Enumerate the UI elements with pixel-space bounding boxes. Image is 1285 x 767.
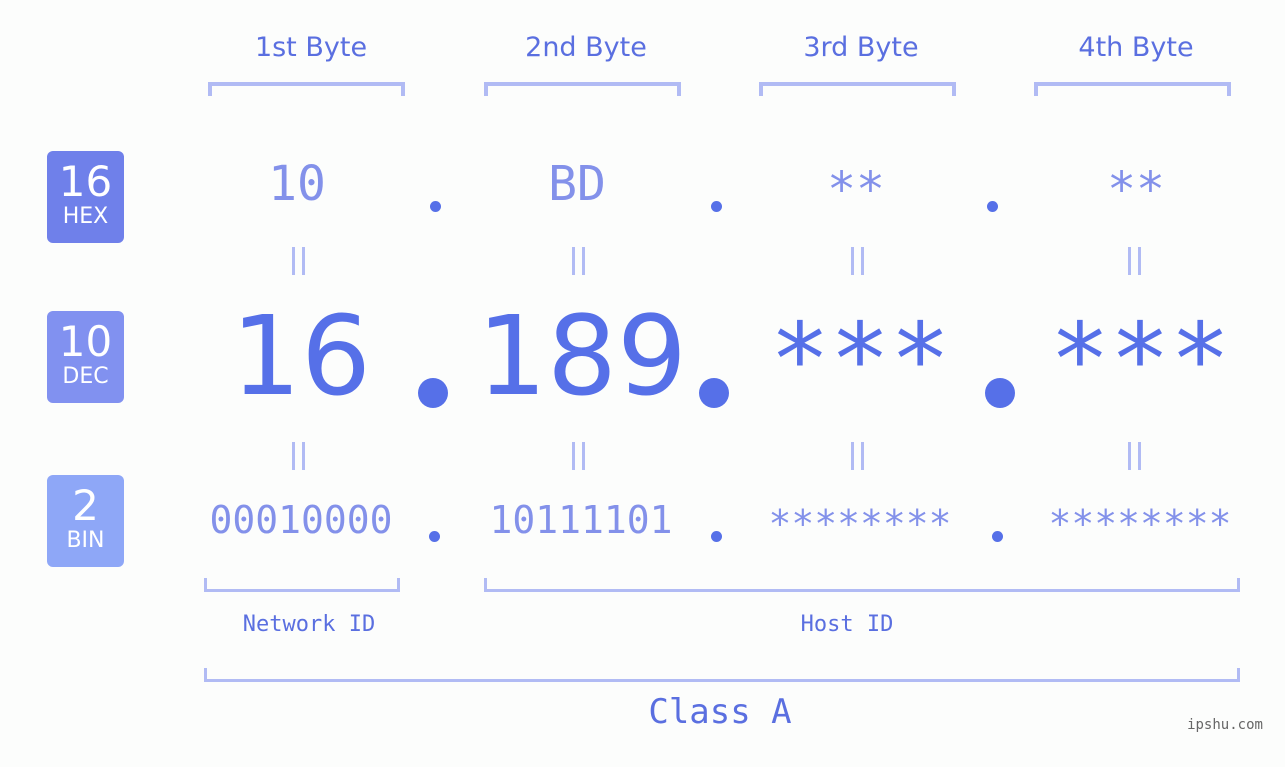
byte-header-3: 3rd Byte [803,32,919,63]
hex-dot-separator [430,201,441,212]
bin-base-number: 2 [72,481,99,530]
byte-header-1: 1st Byte [254,32,368,63]
bin-base-badge: 2 BIN [47,475,124,567]
byte-header-4: 4th Byte [1078,32,1194,63]
hex-base-number: 16 [58,157,113,206]
equals-icon [1125,442,1145,470]
hex-base-label: HEX [62,204,109,229]
hex-byte-2: BD [548,156,606,212]
byte-header-2: 2nd Byte [525,32,647,63]
bin-dot-separator [429,531,440,542]
byte-bracket-2 [484,82,681,96]
byte-bracket-4 [1034,82,1231,96]
bin-byte-3: ******** [768,502,952,546]
network-id-label: Network ID [242,612,376,637]
watermark: ipshu.com [1187,717,1263,733]
hex-dot-separator [711,201,722,212]
dec-byte-4: *** [1049,301,1231,418]
equals-icon [569,247,589,275]
dec-byte-2: 189 [477,292,687,420]
hex-base-badge: 16 HEX [47,151,124,243]
hex-dot-separator [987,201,998,212]
equals-icon [1125,247,1145,275]
dec-base-label: DEC [62,364,109,389]
hex-byte-4: ** [1107,162,1165,218]
equals-icon [848,247,868,275]
dec-byte-3: *** [769,301,951,418]
dec-dot-separator [985,378,1015,408]
host-id-bracket [484,578,1240,592]
bin-byte-4: ******** [1048,502,1232,546]
equals-icon [569,442,589,470]
byte-bracket-1 [208,82,405,96]
host-id-label: Host ID [800,612,894,637]
class-bracket [204,668,1240,682]
network-id-bracket [204,578,400,592]
byte-bracket-3 [759,82,956,96]
hex-byte-1: 10 [268,156,326,212]
bin-byte-2: 10111101 [489,498,673,542]
class-label: Class A [648,692,792,732]
dec-byte-1: 16 [231,292,371,420]
dec-base-number: 10 [58,317,113,366]
equals-icon [848,442,868,470]
hex-byte-3: ** [827,162,885,218]
bin-base-label: BIN [66,528,105,553]
bin-byte-1: 00010000 [209,498,393,542]
dec-dot-separator [418,378,448,408]
dec-dot-separator [699,378,729,408]
bin-dot-separator [711,531,722,542]
bin-dot-separator [992,531,1003,542]
equals-icon [289,247,309,275]
equals-icon [289,442,309,470]
dec-base-badge: 10 DEC [47,311,124,403]
